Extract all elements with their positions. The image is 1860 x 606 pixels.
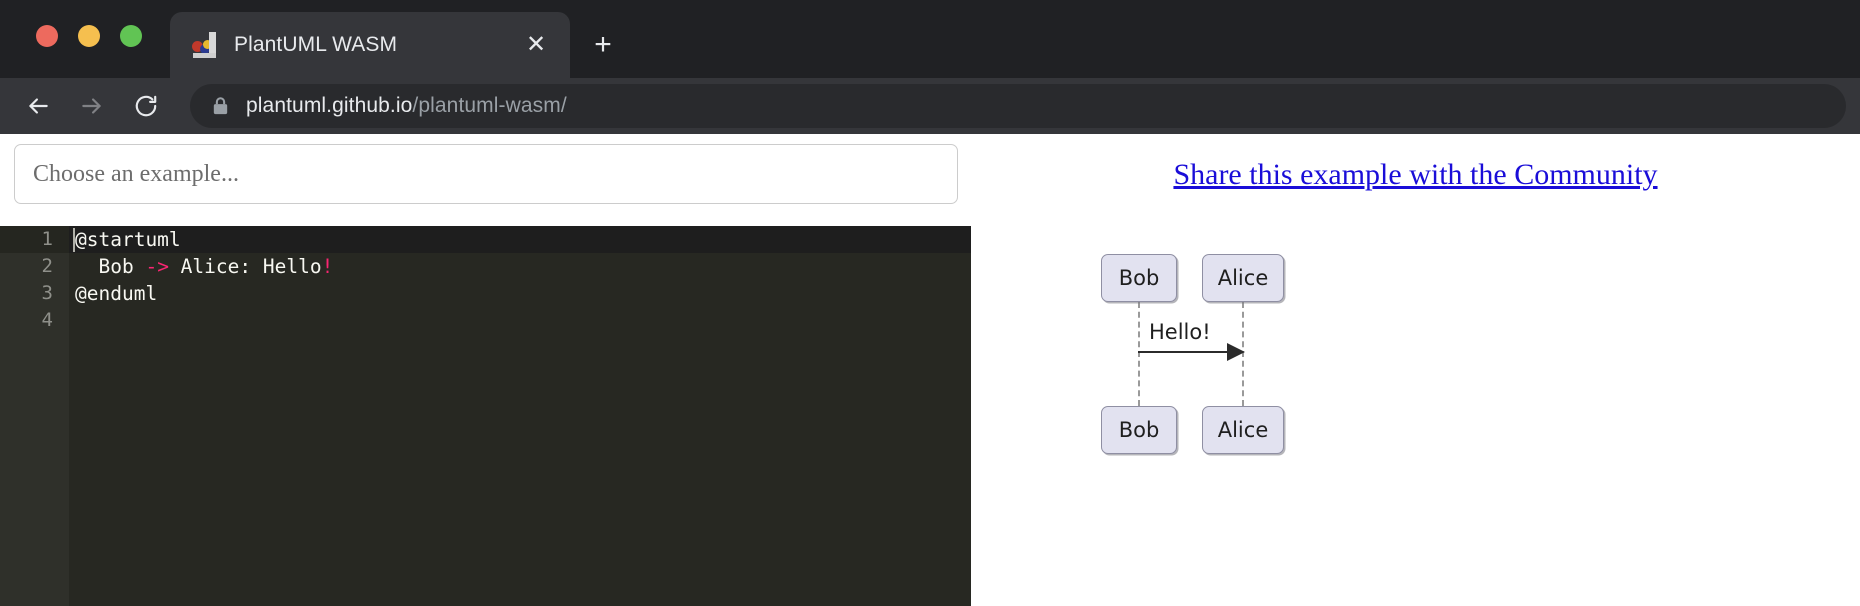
text-cursor: [73, 228, 75, 252]
participant-alice-top: Alice: [1202, 254, 1284, 302]
editor-pane: Choose an example... 1 @startuml 2 Bob -…: [0, 134, 971, 606]
address-bar[interactable]: plantuml.github.io/plantuml-wasm/: [190, 84, 1846, 128]
new-tab-button[interactable]: +: [582, 24, 624, 66]
participant-bob-top: Bob: [1101, 254, 1177, 302]
message-line: [1138, 351, 1234, 353]
sequence-diagram: Bob Alice Hello! Bob Alice: [1101, 254, 1311, 454]
code-line-3[interactable]: 3 @enduml: [0, 280, 971, 307]
browser-toolbar: plantuml.github.io/plantuml-wasm/: [0, 78, 1860, 134]
code-token-arrow: ->: [145, 255, 169, 278]
page-content: Choose an example... 1 @startuml 2 Bob -…: [0, 134, 1860, 606]
participant-alice-bottom: Alice: [1202, 406, 1284, 454]
code-line-3-text: @enduml: [69, 280, 157, 307]
url-path: /plantuml-wasm/: [412, 94, 567, 117]
example-select-placeholder: Choose an example...: [33, 160, 239, 187]
forward-arrow-icon: [82, 98, 101, 114]
share-example-link[interactable]: Share this example with the Community: [971, 158, 1860, 192]
message-arrowhead-icon: [1227, 343, 1245, 361]
lifeline-bob: [1138, 302, 1140, 406]
line-number-2: 2: [41, 255, 53, 277]
line-number-3: 3: [41, 282, 53, 304]
tab-strip: PlantUML WASM ✕ +: [0, 0, 1860, 78]
reload-button[interactable]: [122, 82, 170, 130]
url-host: plantuml.github.io: [246, 94, 413, 117]
code-token: Bob: [75, 255, 146, 278]
code-token: @startuml: [75, 228, 181, 251]
browser-chrome: PlantUML WASM ✕ + plantuml.github.io/pla…: [0, 0, 1860, 134]
plantuml-favicon-icon: [192, 32, 218, 58]
minimize-window-button[interactable]: [78, 25, 100, 47]
close-tab-icon[interactable]: ✕: [516, 25, 556, 65]
line-number-1: 1: [0, 226, 69, 253]
participant-bob-bottom: Bob: [1101, 406, 1177, 454]
back-button[interactable]: [14, 82, 62, 130]
secure-lock-icon: [212, 96, 230, 116]
tab-title: PlantUML WASM: [234, 33, 398, 56]
window-controls: [36, 25, 142, 47]
maximize-window-button[interactable]: [120, 25, 142, 47]
code-line-1[interactable]: 1 @startuml: [0, 226, 971, 253]
message-label-hello: Hello!: [1149, 320, 1211, 344]
close-window-button[interactable]: [36, 25, 58, 47]
code-token: Alice: Hello: [168, 255, 322, 278]
url-text: plantuml.github.io/plantuml-wasm/: [246, 94, 567, 118]
back-arrow-icon: [29, 98, 48, 114]
code-line-2-text: Bob -> Alice: Hello!: [69, 253, 333, 280]
browser-tab-plantuml-wasm[interactable]: PlantUML WASM ✕: [170, 12, 570, 78]
reload-icon: [135, 95, 157, 117]
code-line-1-text: @startuml: [69, 226, 181, 253]
line-number-4: 4: [41, 309, 53, 331]
forward-button[interactable]: [68, 82, 116, 130]
code-line-2[interactable]: 2 Bob -> Alice: Hello!: [0, 253, 971, 280]
code-token: @enduml: [75, 282, 158, 305]
preview-pane: Share this example with the Community Bo…: [971, 134, 1860, 606]
code-token-bang: !: [321, 255, 334, 278]
example-select[interactable]: Choose an example...: [14, 144, 958, 204]
code-line-4[interactable]: 4: [0, 307, 971, 334]
code-editor[interactable]: 1 @startuml 2 Bob -> Alice: Hello! 3 @en…: [0, 226, 971, 606]
